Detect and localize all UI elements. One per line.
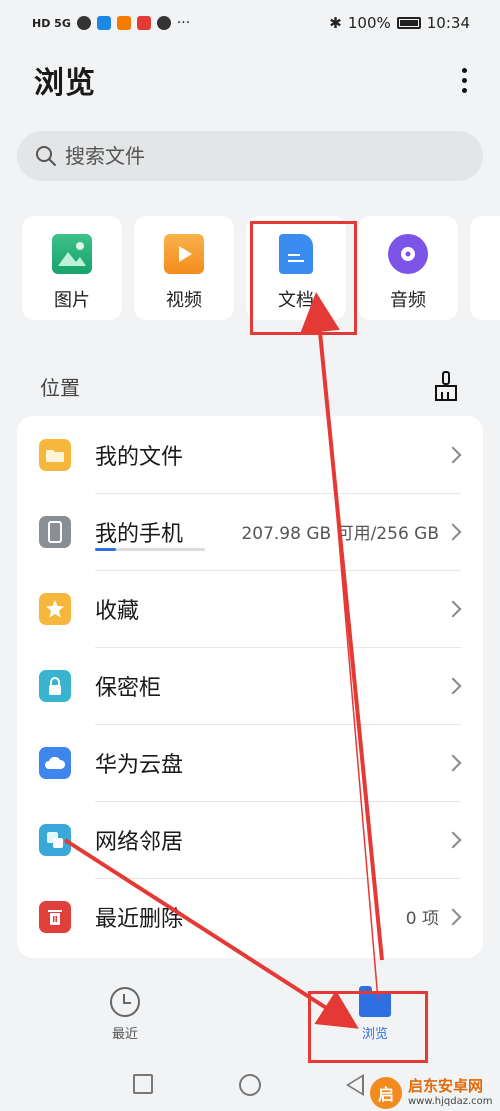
watermark: 启 启东安卓网 www.hjqdaz.com xyxy=(370,1075,500,1111)
watermark-logo: 启 xyxy=(370,1077,402,1109)
watermark-url: www.hjqdaz.com xyxy=(408,1096,493,1107)
annotation-arrows xyxy=(63,292,384,1029)
arrow-thin xyxy=(321,339,379,1001)
arrow-to-browse xyxy=(63,838,359,1029)
watermark-text: 启东安卓网 www.hjqdaz.com xyxy=(408,1079,493,1107)
watermark-title: 启东安卓网 xyxy=(408,1077,484,1095)
